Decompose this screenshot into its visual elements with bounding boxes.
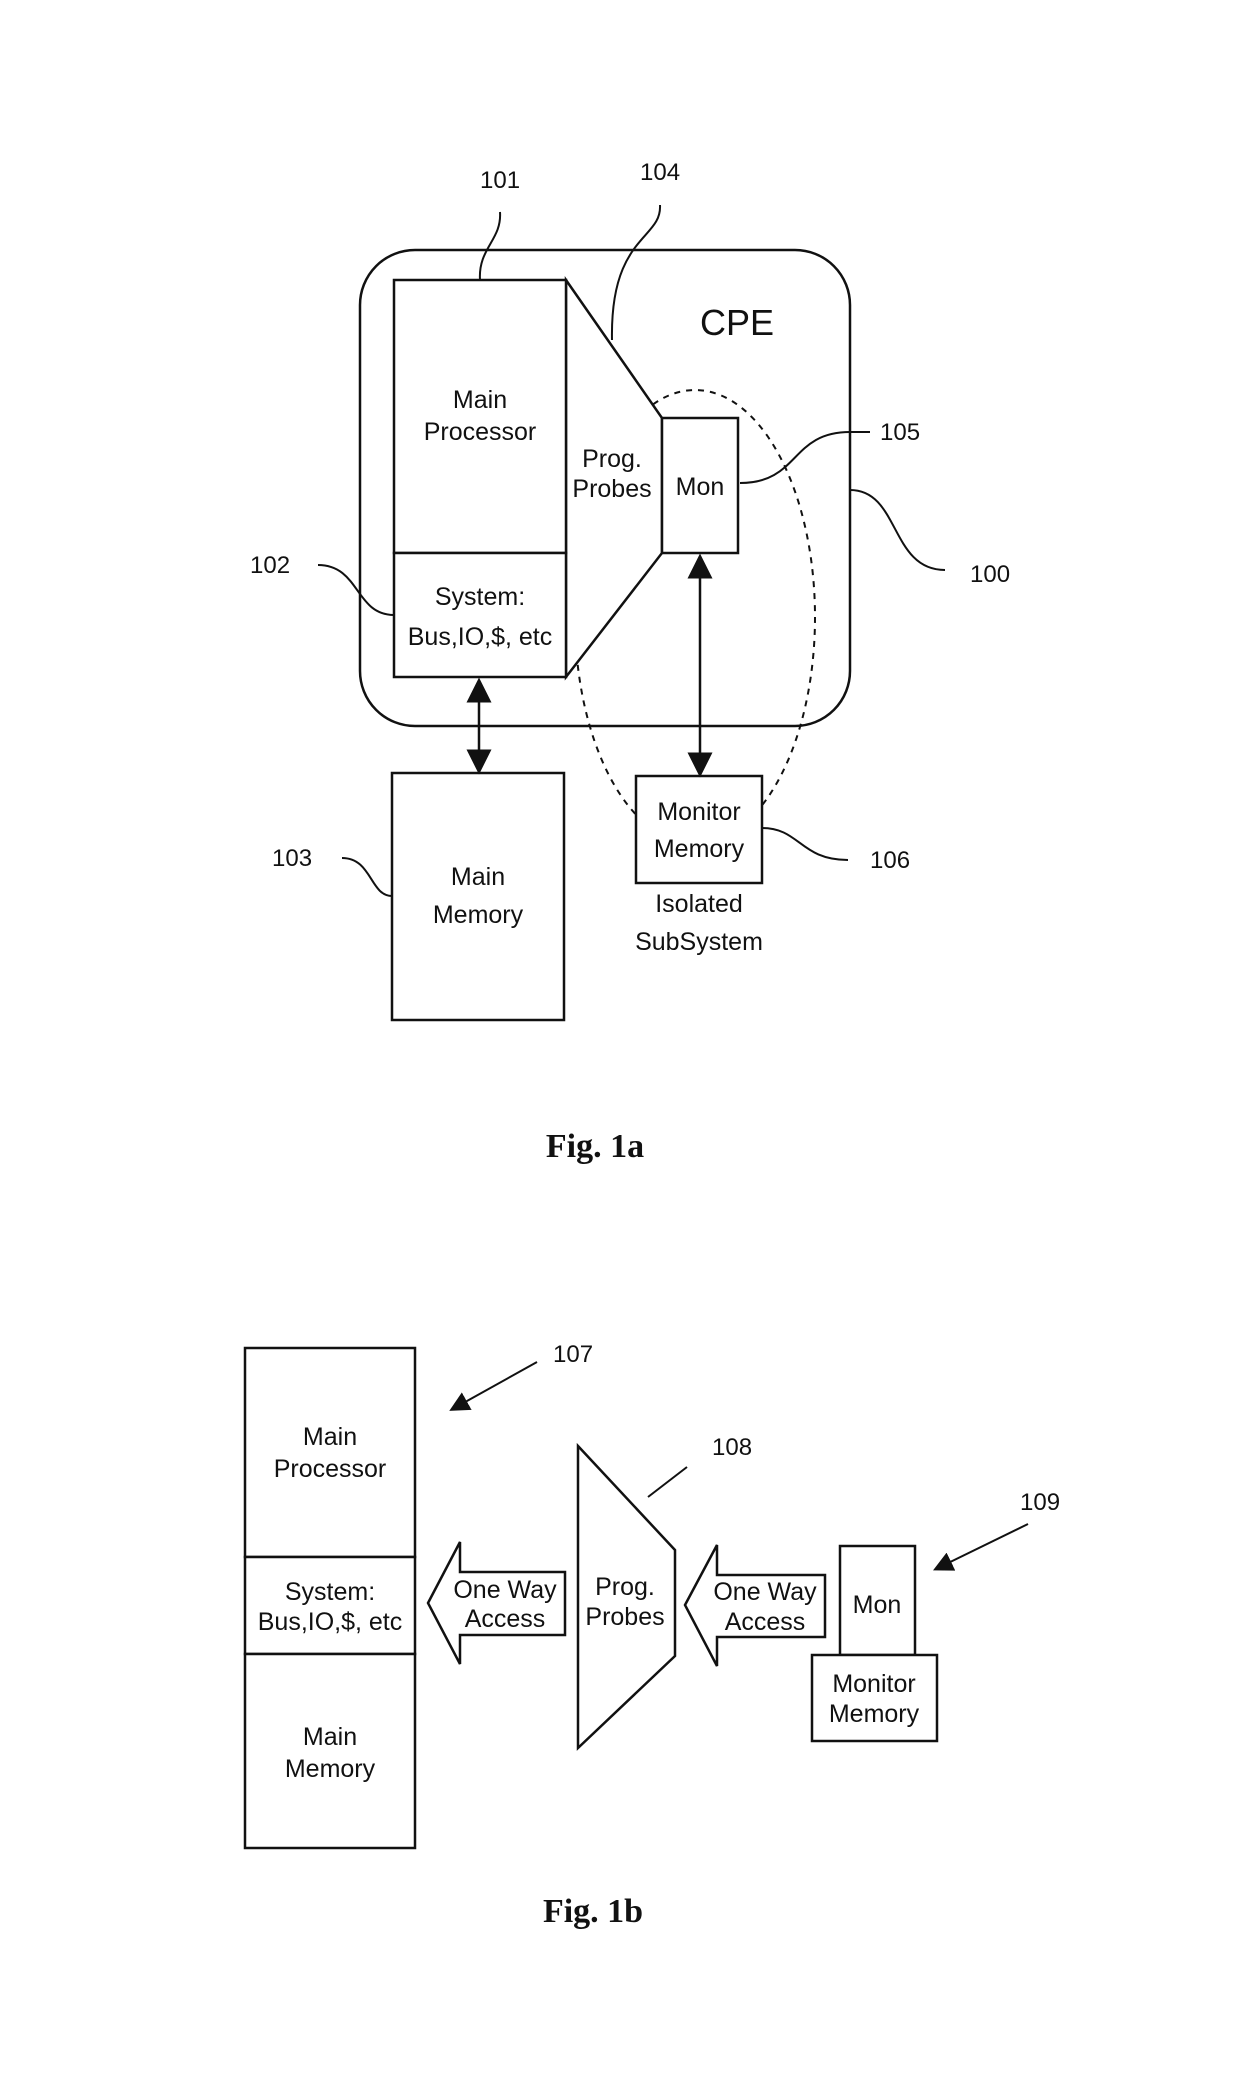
prog-probes-line2: Probes bbox=[572, 475, 651, 503]
one-way-access-1-line1: One Way bbox=[453, 1576, 557, 1604]
leader-104 bbox=[610, 204, 662, 341]
prog-probes-line1: Prog. bbox=[582, 445, 642, 473]
ref-107: 107 bbox=[553, 1341, 593, 1368]
leader-107 bbox=[449, 1361, 538, 1411]
main-processor-line1: Main bbox=[453, 386, 507, 414]
prog-probes-1b-line1: Prog. bbox=[595, 1573, 655, 1601]
prog-probes-1b-line2: Probes bbox=[585, 1603, 664, 1631]
monitor-memory-line2: Memory bbox=[654, 835, 745, 863]
leader-101 bbox=[478, 211, 502, 281]
main-memory-line2: Memory bbox=[433, 901, 524, 929]
figure-1a: CPE Prog. Probes Main Processor System: … bbox=[250, 159, 1010, 1165]
main-memory-box bbox=[390, 771, 566, 1022]
system-line1: System: bbox=[435, 583, 525, 611]
figure-1b: Main Processor System: Bus,IO,$, etc Mai… bbox=[243, 1341, 1060, 1930]
one-way-access-2-line2: Access bbox=[725, 1608, 806, 1636]
figure-1b-caption: Fig. 1b bbox=[543, 1893, 643, 1930]
mon-1b-label: Mon bbox=[853, 1591, 902, 1619]
ref-101: 101 bbox=[480, 167, 520, 194]
monitor-memory-1b-line2: Memory bbox=[829, 1700, 920, 1728]
main-processor-1b-line1: Main bbox=[303, 1423, 357, 1451]
ref-103: 103 bbox=[272, 845, 312, 872]
main-memory-box-1b bbox=[243, 1652, 417, 1850]
cpe-label: CPE bbox=[700, 302, 774, 343]
mon-label: Mon bbox=[676, 473, 725, 501]
ref-108: 108 bbox=[712, 1434, 752, 1461]
isolated-line2: SubSystem bbox=[635, 928, 763, 956]
ref-100: 100 bbox=[970, 561, 1010, 588]
ref-104: 104 bbox=[640, 159, 680, 186]
leader-109 bbox=[933, 1523, 1029, 1571]
ref-106: 106 bbox=[870, 847, 910, 874]
monitor-memory-1b-line1: Monitor bbox=[832, 1670, 915, 1698]
main-processor-box bbox=[392, 278, 568, 555]
system-1b-line1: System: bbox=[285, 1578, 375, 1606]
ref-109: 109 bbox=[1020, 1489, 1060, 1516]
main-processor-box-1b bbox=[243, 1346, 417, 1559]
system-1b-line2: Bus,IO,$, etc bbox=[258, 1608, 403, 1636]
monitor-memory-box bbox=[634, 774, 764, 885]
figure-1a-caption: Fig. 1a bbox=[546, 1128, 644, 1165]
leader-100 bbox=[849, 489, 946, 571]
main-memory-1b-line1: Main bbox=[303, 1723, 357, 1751]
leader-102 bbox=[317, 564, 395, 616]
system-line2: Bus,IO,$, etc bbox=[408, 623, 553, 651]
isolated-line1: Isolated bbox=[655, 890, 743, 918]
main-memory-1b-line2: Memory bbox=[285, 1755, 376, 1783]
main-processor-line2: Processor bbox=[424, 418, 537, 446]
ref-102: 102 bbox=[250, 552, 290, 579]
main-memory-line1: Main bbox=[451, 863, 505, 891]
main-processor-1b-line2: Processor bbox=[274, 1455, 387, 1483]
patent-figure-sheet: CPE Prog. Probes Main Processor System: … bbox=[243, 159, 1060, 1930]
one-way-access-1-line2: Access bbox=[465, 1605, 546, 1633]
monitor-memory-line1: Monitor bbox=[657, 798, 740, 826]
one-way-access-2-line1: One Way bbox=[713, 1578, 817, 1606]
leader-106 bbox=[761, 827, 849, 861]
system-bus-box bbox=[392, 551, 568, 679]
monitor-memory-box-1b bbox=[810, 1653, 939, 1743]
leader-108 bbox=[647, 1466, 688, 1498]
leader-103 bbox=[341, 857, 393, 897]
ref-105: 105 bbox=[880, 419, 920, 446]
